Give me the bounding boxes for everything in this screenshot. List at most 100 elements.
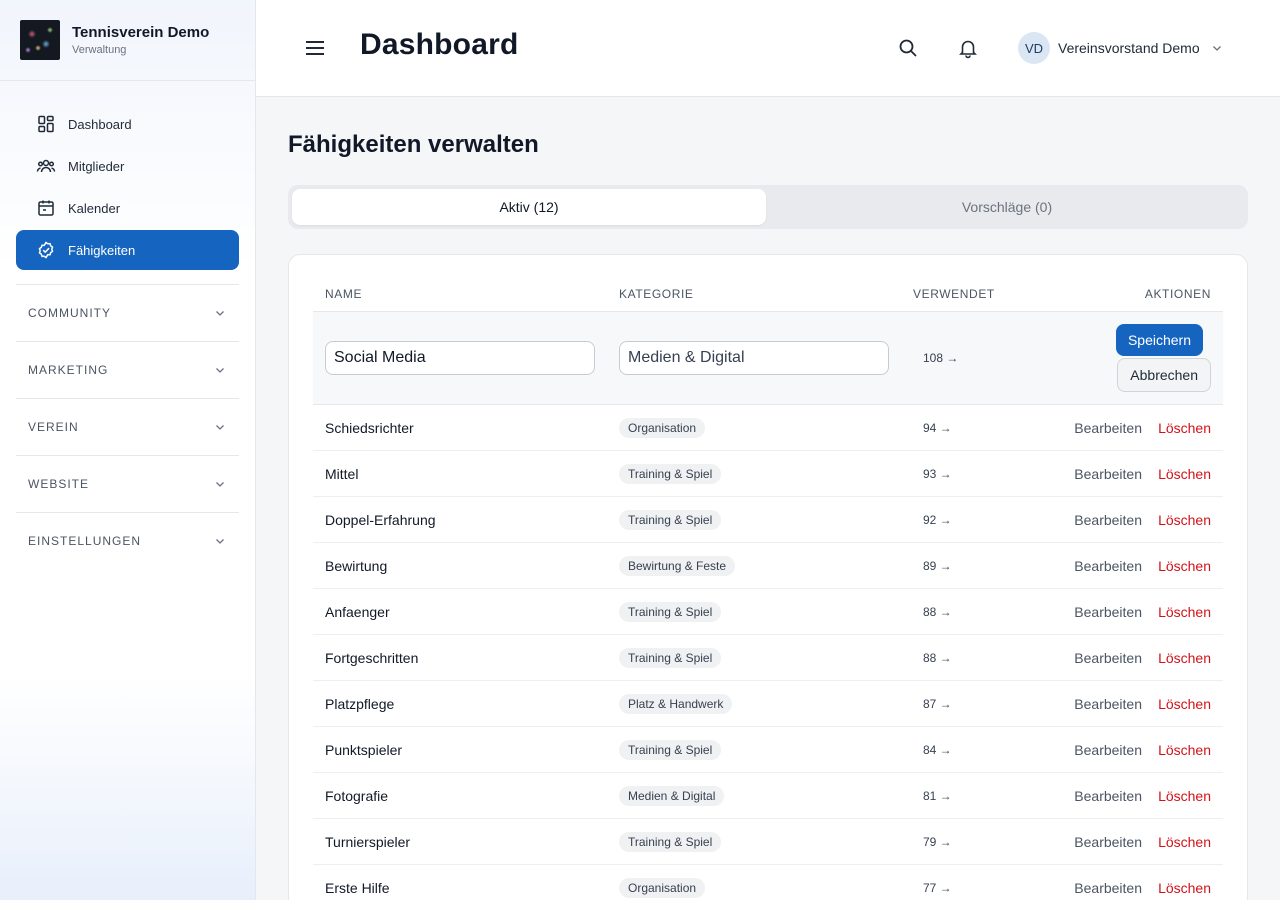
sidebar-item-kalender[interactable]: Kalender <box>16 188 239 228</box>
column-header-used: VERWENDET <box>913 287 995 301</box>
edit-button[interactable]: Bearbeiten <box>1074 742 1142 758</box>
search-icon[interactable] <box>897 37 919 59</box>
club-logo[interactable] <box>20 20 60 60</box>
table-row: Doppel-Erfahrung Training & Spiel 92 → Bear… <box>313 497 1223 543</box>
usage-count-link[interactable]: 81 → <box>923 789 952 803</box>
table-row: Anfaenger Training & Spiel 88 → Bearbeiten L… <box>313 589 1223 635</box>
table-row: Fotografie Medien & Digital 81 → Bearbeiten… <box>313 773 1223 819</box>
skill-name: Bewirtung <box>325 557 388 574</box>
usage-count-link[interactable]: 77 → <box>923 881 952 895</box>
table-row: Fortgeschritten Training & Spiel 88 → Bearb… <box>313 635 1223 681</box>
delete-button[interactable]: Löschen <box>1158 834 1211 850</box>
users-icon <box>36 159 56 173</box>
delete-button[interactable]: Löschen <box>1158 696 1211 712</box>
usage-count-link[interactable]: 94 → <box>923 421 952 435</box>
usage-count-link[interactable]: 93 → <box>923 467 952 481</box>
usage-count-link[interactable]: 79 → <box>923 835 952 849</box>
user-menu[interactable]: VD Vereinsvorstand Demo <box>1018 32 1224 64</box>
skill-name: Anfaenger <box>325 603 390 620</box>
edit-button[interactable]: Bearbeiten <box>1074 696 1142 712</box>
save-button[interactable]: Speichern <box>1115 324 1203 356</box>
skills-table-card: NAME KATEGORIE VERWENDET AKTIONEN 108 → … <box>288 254 1248 900</box>
main-content: Fähigkeiten verwalten Aktiv (12) Vorschl… <box>256 97 1280 900</box>
sidebar-item-label: Dashboard <box>68 116 132 132</box>
chevron-down-icon <box>216 368 224 373</box>
section-community[interactable]: COMMUNITY <box>16 284 239 341</box>
skill-name: Mittel <box>325 465 359 482</box>
delete-button[interactable]: Löschen <box>1158 558 1211 574</box>
avatar: VD <box>1018 32 1050 64</box>
table-row-editing: 108 → Speichern Abbrechen <box>313 312 1223 405</box>
delete-button[interactable]: Löschen <box>1158 420 1211 436</box>
page-title: Dashboard <box>360 28 519 61</box>
category-badge: Training & Spiel <box>619 739 722 760</box>
check-badge-icon <box>38 241 54 259</box>
skill-name: Schiedsrichter <box>325 419 414 436</box>
skill-name: Fotografie <box>325 787 389 804</box>
delete-button[interactable]: Löschen <box>1158 650 1211 666</box>
section-website[interactable]: WEBSITE <box>16 455 239 512</box>
brand: Tennisverein Demo Verwaltung <box>0 0 255 81</box>
usage-count-link[interactable]: 88 → <box>923 605 952 619</box>
sidebar-item-dashboard[interactable]: Dashboard <box>16 104 239 144</box>
usage-count-link[interactable]: 84 → <box>923 743 952 757</box>
tab-vorschlaege[interactable]: Vorschläge (0) <box>770 189 1244 225</box>
dashboard-icon <box>38 115 54 133</box>
delete-button[interactable]: Löschen <box>1158 880 1211 896</box>
delete-button[interactable]: Löschen <box>1158 742 1211 758</box>
tab-aktiv[interactable]: Aktiv (12) <box>292 189 766 225</box>
usage-count-link[interactable]: 89 → <box>923 559 952 573</box>
edit-button[interactable]: Bearbeiten <box>1074 420 1142 436</box>
sidebar-item-mitglieder[interactable]: Mitglieder <box>16 146 239 186</box>
delete-button[interactable]: Löschen <box>1158 466 1211 482</box>
edit-button[interactable]: Bearbeiten <box>1074 558 1142 574</box>
brand-title: Tennisverein Demo <box>72 24 210 41</box>
usage-count-link[interactable]: 88 → <box>923 651 952 665</box>
skill-name: Erste Hilfe <box>325 879 390 896</box>
category-badge: Training & Spiel <box>619 509 722 530</box>
table-row: Bewirtung Bewirtung & Feste 89 → Bearbeiten… <box>313 543 1223 589</box>
usage-count-link[interactable]: 92 → <box>923 513 952 527</box>
section-einstellungen[interactable]: EINSTELLUNGEN <box>16 512 239 569</box>
skill-category-input[interactable] <box>619 341 889 375</box>
section-label: VEREIN <box>28 420 79 434</box>
edit-button[interactable]: Bearbeiten <box>1074 834 1142 850</box>
skill-name: Fortgeschritten <box>325 649 419 666</box>
column-header-actions: AKTIONEN <box>1144 287 1211 301</box>
sidebar-item-label: Mitglieder <box>68 158 125 174</box>
sidebar-item-faehigkeiten[interactable]: Fähigkeiten <box>16 230 239 270</box>
delete-button[interactable]: Löschen <box>1158 604 1211 620</box>
usage-count-link[interactable]: 87 → <box>923 697 952 711</box>
delete-button[interactable]: Löschen <box>1158 788 1211 804</box>
category-badge: Platz & Handwerk <box>619 693 733 714</box>
hamburger-menu-icon[interactable] <box>302 36 328 60</box>
edit-button[interactable]: Bearbeiten <box>1074 880 1142 896</box>
category-badge: Organisation <box>619 417 706 438</box>
edit-button[interactable]: Bearbeiten <box>1074 466 1142 482</box>
table-row: Punktspieler Training & Spiel 84 → Bearbeit… <box>313 727 1223 773</box>
table-row: Schiedsrichter Organisation 94 → Bearbeiten… <box>313 405 1223 451</box>
category-badge: Training & Spiel <box>619 463 722 484</box>
section-verein[interactable]: VEREIN <box>16 398 239 455</box>
skill-name-input[interactable] <box>325 341 595 375</box>
usage-count-link[interactable]: 108 → <box>923 351 958 365</box>
column-header-name: NAME <box>325 287 363 301</box>
table-row: Erste Hilfe Organisation 77 → Bearbeiten Lös… <box>313 865 1223 900</box>
cancel-button[interactable]: Abbrechen <box>1117 358 1211 392</box>
chevron-down-icon <box>216 311 224 316</box>
column-header-category: KATEGORIE <box>619 287 694 301</box>
edit-button[interactable]: Bearbeiten <box>1074 512 1142 528</box>
edit-button[interactable]: Bearbeiten <box>1074 650 1142 666</box>
sidebar-item-label: Fähigkeiten <box>68 242 136 258</box>
category-badge: Medien & Digital <box>619 785 725 806</box>
sidebar-item-label: Kalender <box>68 200 121 216</box>
bell-icon[interactable] <box>957 37 979 59</box>
chevron-down-icon <box>1212 46 1221 51</box>
table-row: Turnierspieler Training & Spiel 79 → Bearbe… <box>313 819 1223 865</box>
section-marketing[interactable]: MARKETING <box>16 341 239 398</box>
edit-button[interactable]: Bearbeiten <box>1074 788 1142 804</box>
skill-name: Turnierspieler <box>325 833 411 850</box>
delete-button[interactable]: Löschen <box>1158 512 1211 528</box>
edit-button[interactable]: Bearbeiten <box>1074 604 1142 620</box>
top-header: Dashboard VD Vereinsvorstand Demo <box>256 0 1280 97</box>
